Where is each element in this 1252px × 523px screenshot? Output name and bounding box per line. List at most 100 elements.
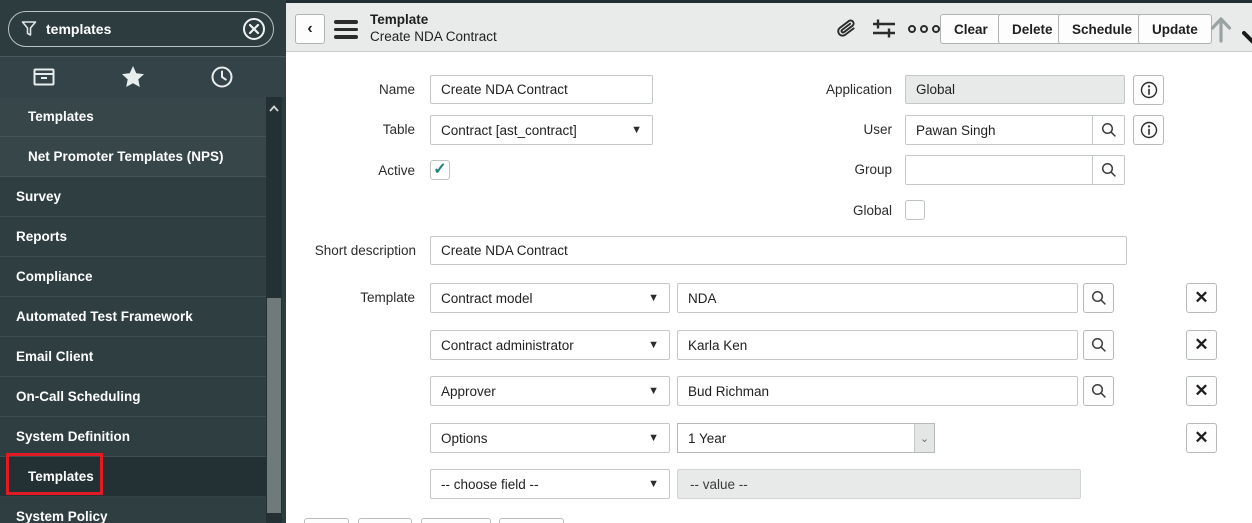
remove-row-button[interactable]: ✕ xyxy=(1186,423,1217,453)
template-field-value: -- choose field -- xyxy=(441,476,539,492)
dropdown-caret-icon: ▼ xyxy=(648,339,659,351)
nav-item-templates-selected[interactable]: Templates xyxy=(0,453,266,497)
template-field-dropdown[interactable]: Options ▼ xyxy=(430,423,670,453)
back-button[interactable]: ‹ xyxy=(295,14,325,44)
template-field-dropdown[interactable]: Approver ▼ xyxy=(430,376,670,406)
nav-section-on-call-scheduling[interactable]: On-Call Scheduling xyxy=(0,377,266,417)
remove-row-button[interactable]: ✕ xyxy=(1186,330,1217,360)
application-label: Application xyxy=(825,82,892,97)
more-options-icon[interactable] xyxy=(908,25,940,33)
sidebar-scrollbar-thumb[interactable] xyxy=(267,298,281,513)
short-description-label: Short description xyxy=(314,243,416,258)
nav-section-email-client[interactable]: Email Client xyxy=(0,337,266,377)
nav-item-label: Templates xyxy=(28,109,94,124)
tab-favorites[interactable] xyxy=(89,57,178,97)
tab-history[interactable] xyxy=(177,57,266,97)
form-context-menu-icon[interactable] xyxy=(334,20,358,39)
form-footer-button[interactable] xyxy=(499,518,564,523)
nav-item-label: System Policy xyxy=(16,509,108,523)
nav-item-label: On-Call Scheduling xyxy=(16,389,141,404)
nav-search-area xyxy=(0,0,286,56)
scroll-up-arrow-icon[interactable] xyxy=(1208,15,1234,43)
nav-item-net-promoter-templates[interactable]: Net Promoter Templates (NPS) xyxy=(0,137,266,177)
circled-x-icon[interactable] xyxy=(242,17,266,41)
table-dropdown[interactable]: Contract [ast_contract] ▼ xyxy=(430,115,653,145)
dropdown-caret-icon: ▼ xyxy=(648,432,659,444)
user-search-icon[interactable] xyxy=(1092,116,1124,144)
clock-icon xyxy=(211,66,233,88)
short-description-input[interactable] xyxy=(430,236,1127,265)
template-field-dropdown[interactable]: Contract administrator ▼ xyxy=(430,330,670,360)
nav-item-templates-survey[interactable]: Templates xyxy=(0,97,266,137)
nav-item-label: Survey xyxy=(16,189,62,204)
template-field-value: Contract administrator xyxy=(441,337,574,353)
name-input[interactable] xyxy=(430,75,653,104)
template-value-search-icon[interactable] xyxy=(1083,283,1114,313)
table-label: Table xyxy=(382,122,415,137)
dropdown-caret-icon: ▼ xyxy=(631,124,642,136)
star-icon xyxy=(121,66,145,88)
template-value-search-icon[interactable] xyxy=(1083,376,1114,406)
template-value-input[interactable] xyxy=(677,376,1078,406)
global-checkbox[interactable] xyxy=(905,200,925,220)
archive-box-icon xyxy=(33,68,55,86)
record-type-label: Template xyxy=(370,12,429,27)
tab-all-applications[interactable] xyxy=(0,57,89,97)
nav-item-label: Compliance xyxy=(16,269,93,284)
name-label: Name xyxy=(378,82,415,97)
template-value-input[interactable] xyxy=(677,330,1078,360)
nav-filter-searchbox[interactable] xyxy=(8,11,274,47)
nav-item-label: Reports xyxy=(16,229,68,244)
user-label: User xyxy=(863,122,892,137)
template-field-value: Options xyxy=(441,430,488,446)
template-value-select[interactable]: 1 Year ⌄ xyxy=(677,423,935,453)
schedule-button[interactable]: Schedule xyxy=(1058,14,1147,44)
remove-row-button[interactable]: ✕ xyxy=(1186,283,1217,313)
sidebar-scrollbar[interactable] xyxy=(266,97,282,523)
group-search-icon[interactable] xyxy=(1092,156,1124,184)
nav-tab-bar xyxy=(0,56,286,97)
template-value-input[interactable] xyxy=(677,283,1078,313)
active-checkbox[interactable] xyxy=(430,160,450,180)
template-field-dropdown[interactable]: -- choose field -- ▼ xyxy=(430,469,670,499)
funnel-filter-icon xyxy=(21,20,37,38)
template-value-search-icon[interactable] xyxy=(1083,330,1114,360)
active-label: Active xyxy=(378,163,415,178)
nav-section-automated-test-framework[interactable]: Automated Test Framework xyxy=(0,297,266,337)
form-header-bar: ‹ Template Create NDA Contract Clear Del… xyxy=(286,0,1252,52)
paperclip-icon[interactable] xyxy=(836,17,858,41)
nav-section-compliance[interactable]: Compliance xyxy=(0,257,266,297)
scroll-down-arrow-icon[interactable] xyxy=(1242,29,1252,49)
form-footer-button[interactable] xyxy=(304,518,349,523)
clear-button[interactable]: Clear xyxy=(940,14,1002,44)
nav-item-label: Templates xyxy=(28,469,94,484)
nav-section-reports[interactable]: Reports xyxy=(0,217,266,257)
form-footer-button[interactable] xyxy=(421,518,491,523)
user-reference-field xyxy=(905,115,1125,145)
global-label: Global xyxy=(852,203,892,218)
nav-section-system-definition[interactable]: System Definition xyxy=(0,417,266,457)
template-field-value: Contract model xyxy=(441,290,533,306)
template-label: Template xyxy=(360,290,415,305)
template-field-dropdown[interactable]: Contract model ▼ xyxy=(430,283,670,313)
table-dropdown-value: Contract [ast_contract] xyxy=(441,122,577,138)
user-info-icon[interactable] xyxy=(1133,115,1164,145)
nav-section-survey[interactable]: Survey xyxy=(0,177,266,217)
delete-button[interactable]: Delete xyxy=(998,14,1067,44)
template-form: Name Table Contract [ast_contract] ▼ Act… xyxy=(286,52,1252,523)
nav-filter-input[interactable] xyxy=(46,21,242,37)
user-input[interactable] xyxy=(906,116,1092,144)
record-view: ‹ Template Create NDA Contract Clear Del… xyxy=(286,0,1252,523)
scrollbar-up-arrow-icon[interactable] xyxy=(266,97,282,119)
group-input[interactable] xyxy=(906,156,1092,184)
select-value: 1 Year xyxy=(688,430,727,446)
remove-row-button[interactable]: ✕ xyxy=(1186,376,1217,406)
nav-item-label: Net Promoter Templates (NPS) xyxy=(28,149,224,164)
personalize-sliders-icon[interactable] xyxy=(872,18,896,40)
form-footer-button[interactable] xyxy=(358,518,412,523)
nav-section-system-policy[interactable]: System Policy xyxy=(0,497,266,523)
application-info-icon[interactable] xyxy=(1133,75,1164,105)
update-button[interactable]: Update xyxy=(1138,14,1212,44)
group-reference-field xyxy=(905,155,1125,185)
nav-results-list: Templates Net Promoter Templates (NPS) S… xyxy=(0,97,266,523)
